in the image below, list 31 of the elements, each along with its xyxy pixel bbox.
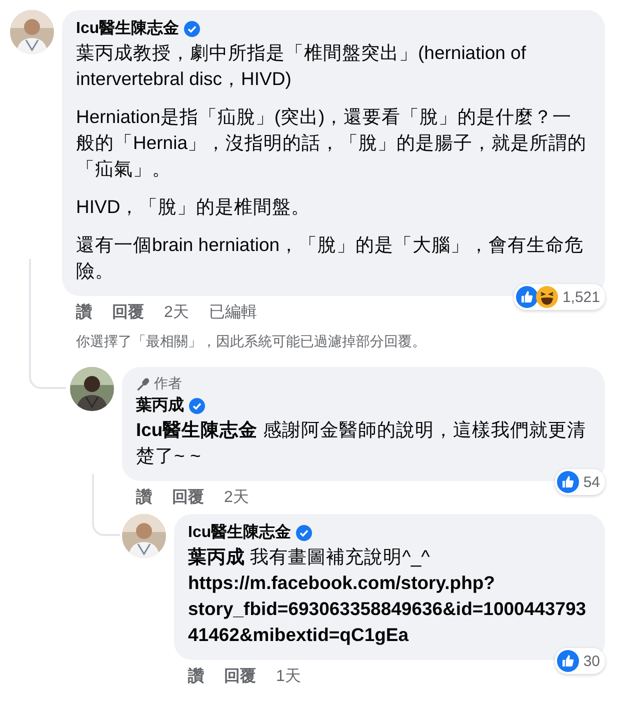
reaction-summary[interactable]: 30	[555, 648, 605, 674]
action-link[interactable]: 回覆	[224, 666, 256, 687]
comment-text: Herniation是指「疝脫」(突出)，還要看「脫」的是什麼？一般的「Hernia」，沒指明的話，「脫」的是腸子，就是所謂的「疝氣」。	[76, 105, 588, 181]
reaction-summary[interactable]: 54	[555, 469, 605, 495]
author-name[interactable]: Icu醫生陳志金	[188, 522, 292, 544]
edited-label: 已編輯	[208, 303, 257, 323]
action-link[interactable]: 回覆	[112, 302, 144, 323]
comment-text: Icu醫生陳志金 感謝阿金醫師的說明，這樣我們就更清楚了~ ~	[136, 418, 587, 468]
timestamp: 1天	[276, 667, 301, 687]
comment-text: HIVD，「脫」的是椎間盤。	[76, 195, 312, 219]
timestamp: 2天	[224, 488, 249, 508]
thumbs-up-icon	[557, 471, 580, 493]
comment-text: 還有一個brain herniation，「脫」的是「大腦」，會有生命危險。	[76, 233, 585, 283]
comment-text: 葉丙成教授，劇中所指是「椎間盤突出」(herniation of intervertebral disc，HIVD)	[76, 41, 527, 91]
link[interactable]: https://m.facebook.com/story.php?story_fbid=693063358849636&id=100044379341462&mibextid=qC1gEa	[188, 570, 589, 648]
action-link[interactable]: 回覆	[172, 487, 204, 508]
thumbs-up-icon	[516, 286, 538, 308]
author-name[interactable]: 葉丙成	[136, 395, 184, 417]
author-name[interactable]: Icu醫生陳志金	[76, 18, 180, 40]
comment-text: 葉丙成 我有畫圖補充說明^_^	[188, 545, 431, 569]
action-link[interactable]: 讚	[188, 666, 204, 687]
action-link[interactable]: 讚	[136, 487, 152, 508]
author-label: 作者	[154, 375, 182, 393]
microphone-icon	[136, 377, 150, 391]
timestamp: 2天	[164, 303, 189, 323]
laughing-face-icon	[536, 286, 558, 308]
filter-notice: 你選擇了「最相關」，因此系統可能已過濾掉部分回覆。	[76, 333, 427, 351]
thumbs-up-icon	[557, 650, 580, 672]
reaction-summary[interactable]: 1,521	[514, 284, 605, 310]
action-link[interactable]: 讚	[76, 302, 92, 323]
thread-line	[92, 474, 120, 536]
